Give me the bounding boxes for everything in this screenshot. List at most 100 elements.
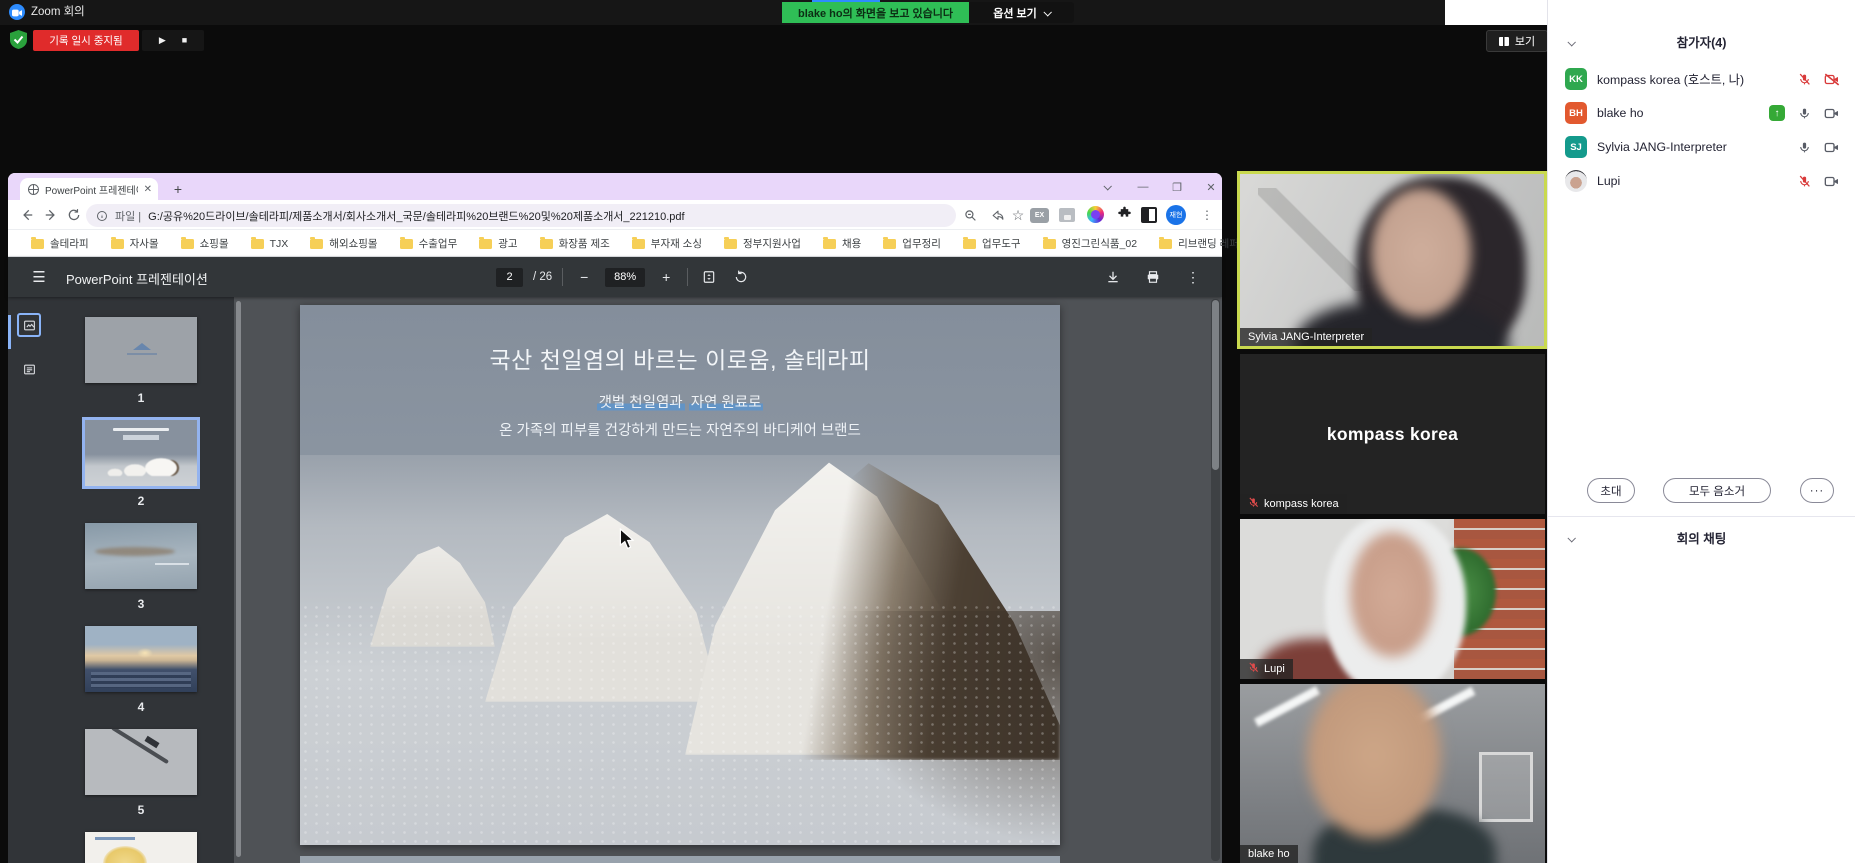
thumbnail-item[interactable]: 5 — [85, 729, 197, 817]
screen-sharing-badge: ↑ — [1769, 105, 1785, 121]
bookmark-item[interactable]: 업무도구 — [954, 233, 1030, 254]
mute-all-button[interactable]: 모두 음소거 — [1663, 478, 1771, 503]
bookmark-item[interactable]: 해외쇼핑몰 — [301, 233, 386, 254]
zoom-out-button[interactable]: − — [573, 266, 595, 288]
pdf-page-slide2: 국산 천일염의 바르는 이로움, 솔테라피 갯벌 천일염과 자연 원료로 온 가… — [300, 305, 1060, 845]
bookmark-item[interactable]: 영진그린식품_02 — [1034, 233, 1146, 254]
bookmark-star-icon[interactable]: ☆ — [1008, 206, 1028, 224]
thumbnail-preview[interactable] — [85, 626, 197, 692]
recording-stop-button[interactable]: ■ — [182, 36, 187, 45]
zoom-level-value[interactable]: 88% — [605, 267, 646, 287]
browser-minimize-button[interactable]: — — [1129, 177, 1157, 197]
page-info-icon[interactable] — [96, 210, 108, 222]
toolbar-divider — [562, 268, 564, 286]
thumbnail-item[interactable] — [85, 832, 197, 863]
thumbnail-item[interactable]: 4 — [85, 626, 197, 714]
profile-avatar[interactable]: 재현 — [1166, 205, 1186, 225]
new-tab-button[interactable]: + — [168, 179, 188, 199]
reload-icon[interactable] — [63, 205, 85, 225]
bookmark-item[interactable]: 광고 — [470, 233, 526, 254]
invite-button[interactable]: 초대 — [1587, 478, 1635, 503]
video-tile-blake[interactable]: blake ho — [1240, 684, 1545, 863]
forward-icon[interactable] — [40, 205, 62, 225]
thumbnail-item[interactable]: 1 — [85, 317, 197, 405]
back-icon[interactable] — [16, 205, 38, 225]
bookmark-item[interactable]: 부자재 소싱 — [623, 233, 711, 254]
bookmark-item[interactable]: TJX — [242, 235, 298, 253]
folder-icon — [310, 236, 324, 249]
browser-menu-icon[interactable]: ⋮ — [1198, 205, 1216, 225]
folder-icon — [539, 236, 553, 249]
recording-paused-label: 기록 일시 중지됨 — [49, 35, 123, 47]
thumbnail-preview[interactable] — [85, 523, 197, 589]
pdf-menu-icon[interactable]: ☰ — [26, 265, 52, 289]
thumbnail-page-number: 4 — [137, 700, 145, 714]
zoom-page-icon[interactable] — [960, 206, 980, 224]
download-icon[interactable] — [1102, 266, 1124, 288]
browser-close-button[interactable]: ✕ — [1197, 177, 1225, 197]
participant-row[interactable]: KK kompass korea (호스트, 나) ↑ — [1548, 62, 1855, 96]
zoom-in-button[interactable]: + — [655, 266, 677, 288]
thumbnail-item[interactable]: 2 — [82, 417, 200, 508]
video-tile-kompass[interactable]: kompass korea kompass korea — [1240, 354, 1545, 514]
extension-darkmode-icon[interactable] — [1141, 207, 1157, 223]
view-layout-button[interactable]: 보기 — [1486, 30, 1548, 52]
thumbnail-preview[interactable] — [85, 832, 197, 863]
mic-status-icon — [1795, 172, 1813, 190]
outline-view-button[interactable] — [17, 357, 41, 381]
participant-row[interactable]: SJ Sylvia JANG-Interpreter ↑ — [1548, 130, 1855, 164]
thumbnails-view-button[interactable] — [17, 313, 41, 337]
bookmark-item[interactable]: 채용 — [814, 233, 870, 254]
extension-instagram-icon[interactable] — [1087, 206, 1104, 223]
chrome-tabstrip: PowerPoint 프레젠테이션 ✕ + — ❐ ✕ — [8, 173, 1222, 200]
bookmark-item[interactable]: 화장품 제조 — [531, 233, 619, 254]
bookmark-item[interactable]: 쇼핑몰 — [172, 233, 238, 254]
highlighted-text: 갯벌 천일염과 — [596, 395, 685, 411]
pdf-scrollbar[interactable] — [1211, 299, 1220, 861]
video-tile-sylvia[interactable]: Sylvia JANG-Interpreter — [1237, 171, 1547, 349]
extension-box-icon[interactable] — [1059, 208, 1075, 222]
browser-tab-active[interactable]: PowerPoint 프레젠테이션 ✕ — [20, 178, 158, 200]
extension-ex-icon[interactable]: EX — [1030, 208, 1049, 223]
blurred-face — [1370, 187, 1472, 317]
view-options-button[interactable]: 옵션 보기 — [969, 2, 1074, 23]
mic-muted-icon — [1248, 662, 1259, 676]
print-icon[interactable] — [1142, 266, 1164, 288]
toolbar-divider — [687, 268, 689, 286]
fit-page-icon[interactable] — [698, 266, 720, 288]
bookmark-item[interactable]: 자사몰 — [102, 233, 168, 254]
thumbnail-item[interactable]: 3 — [85, 523, 197, 611]
grid-view-icon — [1498, 36, 1509, 46]
pdf-document-title: PowerPoint 프레젠테이션 — [66, 272, 208, 287]
bookmark-item[interactable]: 정부지원사업 — [715, 233, 810, 254]
tab-close-icon[interactable]: ✕ — [144, 184, 152, 195]
pdf-scrollbar-thumb[interactable] — [1212, 300, 1219, 470]
highlighted-text: 자연 원료로 — [688, 395, 764, 411]
recording-resume-button[interactable]: ▶ — [159, 36, 166, 45]
tab-favicon-globe-icon — [28, 183, 39, 195]
tab-title: PowerPoint 프레젠테이션 — [45, 185, 138, 197]
browser-restore-button[interactable]: ❐ — [1163, 177, 1191, 197]
video-tile-lupi[interactable]: Lupi — [1240, 519, 1545, 679]
thumbnail-preview[interactable] — [85, 729, 197, 795]
share-icon[interactable] — [988, 206, 1008, 224]
participants-more-button[interactable]: ··· — [1800, 478, 1834, 503]
participant-row[interactable]: BH blake ho ↑ — [1548, 96, 1855, 130]
share-banner-text: blake ho의 화면을 보고 있습니다 — [798, 7, 953, 20]
url-input[interactable]: 파일 | G:/공유%20드라이브/솔테라피/제품소개서/회사소개서_국문/솔테… — [86, 204, 956, 227]
extensions-puzzle-icon[interactable] — [1114, 206, 1134, 224]
bookmark-item[interactable]: 수출업무 — [391, 233, 467, 254]
rotate-icon[interactable] — [730, 266, 752, 288]
page-number-input[interactable] — [496, 267, 523, 287]
bookmark-item[interactable]: 솔테라피 — [22, 233, 98, 254]
participant-row[interactable]: Lupi ↑ — [1548, 164, 1855, 198]
thumbnail-scrollbar[interactable] — [236, 301, 241, 857]
security-shield-icon[interactable] — [10, 30, 27, 54]
screen-share-banner: blake ho의 화면을 보고 있습니다 — [782, 2, 969, 23]
thumbnail-preview[interactable] — [82, 417, 200, 489]
pdf-more-icon[interactable]: ⋮ — [1182, 266, 1204, 288]
bookmark-item[interactable]: 업무정리 — [874, 233, 950, 254]
tab-search-chevron-icon[interactable] — [1093, 177, 1121, 197]
thumbnail-preview[interactable] — [85, 317, 197, 383]
avatar: SJ — [1565, 136, 1587, 158]
